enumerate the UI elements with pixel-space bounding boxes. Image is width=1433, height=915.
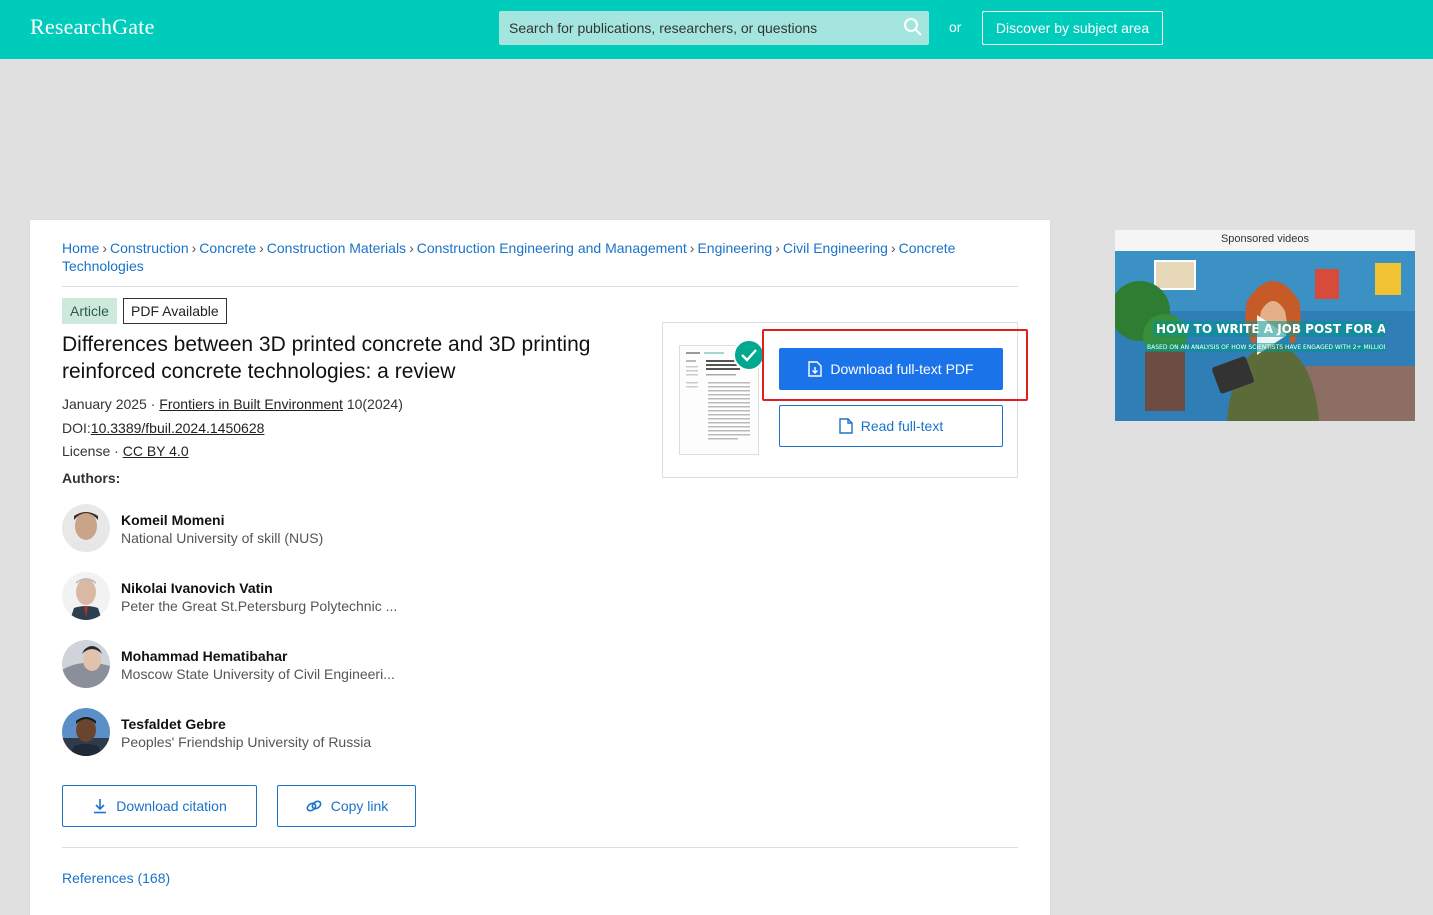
meta-separator: · xyxy=(110,443,123,459)
breadcrumb-home[interactable]: Home xyxy=(62,240,99,256)
author-item[interactable]: Komeil Momeni National University of ski… xyxy=(62,504,462,554)
author-institution: Peter the Great St.Petersburg Polytechni… xyxy=(121,598,398,614)
discover-subject-button[interactable]: Discover by subject area xyxy=(982,11,1163,45)
journal-link[interactable]: Frontiers in Built Environment xyxy=(159,396,343,412)
breadcrumb-construction-materials[interactable]: Construction Materials xyxy=(267,240,406,256)
chevron-right-icon: › xyxy=(890,240,896,256)
avatar[interactable] xyxy=(62,504,110,552)
license-label: License xyxy=(62,443,111,459)
search-box[interactable] xyxy=(499,11,929,45)
or-label: or xyxy=(949,19,962,35)
link-icon xyxy=(306,800,322,812)
download-icon xyxy=(94,799,107,814)
sponsored-video-ad[interactable]: Sponsored videos HOW TO WRITE A JOB POST… xyxy=(1115,230,1415,421)
page-title: Differences between 3D printed concrete … xyxy=(62,333,591,383)
ad-video[interactable]: HOW TO WRITE A JOB POST FOR A SCIENTIST … xyxy=(1115,251,1415,421)
breadcrumb-civil-engineering[interactable]: Civil Engineering xyxy=(783,240,888,256)
author-institution: Peoples' Friendship University of Russia xyxy=(121,734,372,750)
download-citation-button[interactable]: Download citation xyxy=(62,785,257,827)
chevron-right-icon: › xyxy=(689,240,695,256)
publication-meta: January 2025 · Frontiers in Built Enviro… xyxy=(62,395,403,413)
ad-subline: BASED ON AN ANALYSIS OF HOW SCIENTISTS H… xyxy=(1145,343,1385,352)
highlight-box xyxy=(762,329,1028,401)
license-link[interactable]: CC BY 4.0 xyxy=(123,443,189,459)
breadcrumb-construction-engineering[interactable]: Construction Engineering and Management xyxy=(417,240,687,256)
license-row: License · CC BY 4.0 xyxy=(62,442,189,460)
doi-link[interactable]: 10.3389/fbuil.2024.1450628 xyxy=(91,420,265,436)
authors-heading: Authors: xyxy=(62,470,121,486)
read-fulltext-label: Read full-text xyxy=(860,418,944,434)
chevron-right-icon: › xyxy=(102,240,108,256)
article-type-badge: Article xyxy=(62,298,117,324)
read-fulltext-button[interactable]: Read full-text xyxy=(779,405,1003,447)
breadcrumb-concrete[interactable]: Concrete xyxy=(199,240,256,256)
breadcrumb-construction[interactable]: Construction xyxy=(110,240,189,256)
search-icon[interactable] xyxy=(903,17,923,37)
divider xyxy=(62,286,1018,287)
author-institution: National University of skill (NUS) xyxy=(121,530,324,546)
author-name[interactable]: Komeil Momeni xyxy=(121,512,224,528)
avatar[interactable] xyxy=(62,640,110,688)
journal-volume: 10(2024) xyxy=(342,396,403,412)
avatar[interactable] xyxy=(62,708,110,756)
breadcrumb: Home › Construction › Concrete › Construction … xyxy=(62,239,1012,275)
chevron-right-icon: › xyxy=(409,240,414,256)
author-item[interactable]: Nikolai Ivanovich Vatin Peter the Great … xyxy=(62,572,462,622)
publication-card: Home › Construction › Concrete › Construction … xyxy=(30,220,1050,915)
document-icon xyxy=(839,418,853,434)
author-name[interactable]: Mohammad Hematibahar xyxy=(121,648,287,664)
divider xyxy=(62,847,1018,848)
breadcrumb-engineering[interactable]: Engineering xyxy=(697,240,772,256)
chevron-right-icon: › xyxy=(191,240,197,256)
search-input[interactable] xyxy=(499,11,899,45)
copy-link-button[interactable]: Copy link xyxy=(277,785,416,827)
tab-references[interactable]: References (168) xyxy=(62,870,170,886)
download-citation-label: Download citation xyxy=(116,798,227,814)
author-name[interactable]: Tesfaldet Gebre xyxy=(121,716,226,732)
author-name[interactable]: Nikolai Ivanovich Vatin xyxy=(121,580,273,596)
author-item[interactable]: Tesfaldet Gebre Peoples' Friendship Univ… xyxy=(62,708,462,758)
avatar[interactable] xyxy=(62,572,110,620)
pdf-available-badge: PDF Available xyxy=(123,298,227,324)
ad-label: Sponsored videos xyxy=(1115,230,1415,251)
doi-label: DOI: xyxy=(62,420,91,436)
author-item[interactable]: Mohammad Hematibahar Moscow State Univer… xyxy=(62,640,462,690)
meta-separator: · xyxy=(146,396,160,412)
doi-row: DOI:10.3389/fbuil.2024.1450628 xyxy=(62,419,264,437)
copy-link-label: Copy link xyxy=(330,798,389,814)
top-bar: ResearchGate or Discover by subject area xyxy=(0,0,1433,59)
ad-headline: HOW TO WRITE A JOB POST FOR A SCIENTIST xyxy=(1153,321,1385,337)
chevron-right-icon: › xyxy=(775,240,780,256)
author-institution: Moscow State University of Civil Enginee… xyxy=(121,666,395,682)
check-icon xyxy=(733,339,765,371)
chevron-right-icon: › xyxy=(259,240,264,256)
logo[interactable]: ResearchGate xyxy=(30,14,155,40)
publication-date: January 2025 xyxy=(62,396,147,412)
